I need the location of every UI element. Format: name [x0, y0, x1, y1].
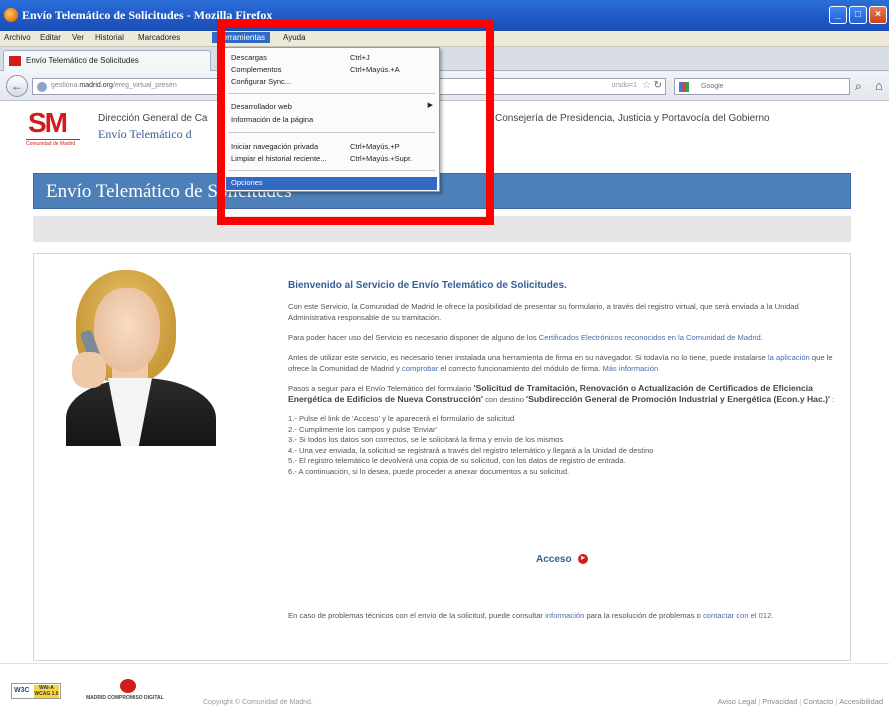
- step-item: 4.- Una vez enviada, la solicitud se reg…: [288, 445, 654, 455]
- menu-archivo[interactable]: Archivo: [4, 33, 31, 42]
- reload-icon[interactable]: ↻: [654, 80, 662, 91]
- step-item: 6.- A continuación, si lo desea, puede p…: [288, 466, 570, 476]
- menu-marcadores[interactable]: Marcadores: [138, 33, 180, 42]
- step-item: 3.- Si todos los datos son correctos, se…: [288, 435, 564, 444]
- problems-paragraph: En caso de problemas técnicos con el env…: [288, 611, 774, 620]
- header-direccion: Dirección General de Ca: [98, 113, 208, 124]
- tab-envio-telematico[interactable]: Envío Telemático de Solicitudes: [3, 50, 211, 71]
- info-link[interactable]: información: [545, 611, 584, 620]
- logo-caption: Comunidad de Madrid: [26, 141, 76, 147]
- search-magnifier-icon[interactable]: ⌕: [855, 79, 862, 94]
- steps-list: 1.- Pulse el link de 'Acceso' y le apare…: [288, 414, 844, 477]
- close-button[interactable]: ×: [869, 6, 887, 24]
- signature-paragraph: Antes de utilizar este servicio, es nece…: [288, 353, 833, 373]
- wai-a-label: WAI-A WCAG 1.0: [34, 685, 59, 698]
- minimize-button[interactable]: _: [829, 6, 847, 24]
- home-icon[interactable]: ⌂: [875, 78, 883, 93]
- bookmark-star-icon[interactable]: ☆: [642, 80, 651, 91]
- content-text: Bienvenido al Servicio de Envío Telemáti…: [288, 280, 844, 477]
- comunidad-madrid-logo[interactable]: SM Comunidad de Madrid: [26, 109, 80, 149]
- footer-links: Aviso Legal | Privacidad | Contacto | Accesibi…: [717, 697, 883, 706]
- search-engine-icon[interactable]: [679, 82, 689, 92]
- maximize-button[interactable]: □: [849, 6, 867, 24]
- application-link[interactable]: la aplicación: [768, 353, 810, 362]
- search-bar[interactable]: [674, 78, 850, 95]
- steps-intro-paragraph: Pasos a seguir para el Envío Telemático …: [288, 383, 835, 404]
- more-info-link[interactable]: Más información: [602, 364, 658, 373]
- contact-012-link[interactable]: contactar con el 012: [703, 611, 771, 620]
- window-controls: _ □ ×: [829, 6, 887, 24]
- wai-a-badge[interactable]: W3C WAI-A WCAG 1.0: [11, 683, 61, 699]
- menu-historial[interactable]: Historial: [95, 33, 124, 42]
- back-button[interactable]: ←: [6, 75, 28, 97]
- search-input[interactable]: [701, 81, 841, 92]
- welcome-heading: Bienvenido al Servicio de Envío Telemáti…: [288, 280, 567, 291]
- woman-on-phone-photo: [46, 266, 224, 446]
- check-link[interactable]: comprobar: [402, 364, 438, 373]
- menu-editar[interactable]: Editar: [40, 33, 61, 42]
- main-content: Bienvenido al Servicio de Envío Telemáti…: [33, 253, 851, 661]
- url-tail-text: ursdo=1: [611, 82, 638, 89]
- tab-label: Envío Telemático de Solicitudes: [26, 56, 139, 65]
- url-text: gestiona.madrid.org/ereg_virtual_presen: [51, 82, 177, 89]
- site-identity-icon[interactable]: [37, 82, 47, 92]
- favicon-icon: [9, 56, 21, 66]
- certificates-paragraph: Para poder hacer uso del Servicio es nec…: [288, 333, 763, 342]
- contacto-link[interactable]: Contacto: [803, 697, 833, 706]
- w3c-logo: W3C: [14, 687, 30, 694]
- annotation-highlight-box: [217, 20, 494, 225]
- accesibilidad-link[interactable]: Accesibilidad: [839, 697, 883, 706]
- menu-ver[interactable]: Ver: [72, 33, 84, 42]
- step-item: 2.- Cumplimente los campos y pulse 'Envi…: [288, 424, 437, 434]
- header-subtitle: Envío Telemático d: [98, 127, 192, 141]
- logo-mark: SM: [28, 107, 68, 138]
- firefox-icon: [4, 8, 18, 22]
- intro-paragraph: Con este Servicio, la Comunidad de Madri…: [288, 302, 799, 322]
- acceso-link[interactable]: Acceso ➤: [536, 554, 588, 565]
- certificates-link[interactable]: Certificados Electrónicos reconocidos en…: [539, 333, 761, 342]
- header-consejeria: Consejería de Presidencia, Justicia y Po…: [495, 113, 770, 124]
- madrid-compromiso-digital-logo[interactable]: MADRID COMPROMISO DIGITAL: [86, 679, 176, 703]
- step-item: 1.- Pulse el link de 'Acceso' y le apare…: [288, 414, 515, 423]
- aviso-legal-link[interactable]: Aviso Legal: [718, 697, 757, 706]
- step-item: 5.- El registro telemático le devolverá …: [288, 456, 626, 465]
- copyright-text: Copyright © Comunidad de Madrid.: [203, 699, 313, 706]
- arrow-right-icon: ➤: [577, 554, 588, 565]
- privacidad-link[interactable]: Privacidad: [762, 697, 797, 706]
